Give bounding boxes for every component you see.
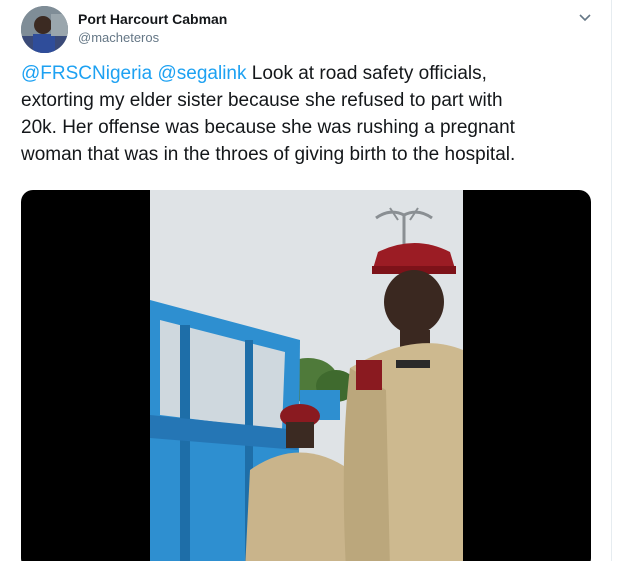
card-border (611, 0, 612, 561)
tweet-card: Port Harcourt Cabman @macheteros @FRSCNi… (0, 0, 624, 561)
display-name[interactable]: Port Harcourt Cabman (78, 11, 227, 27)
video-frame (150, 190, 463, 561)
mention-link[interactable]: @segalink (157, 63, 246, 84)
user-handle[interactable]: @macheteros (78, 30, 159, 45)
more-options-button[interactable] (574, 8, 596, 28)
tweet-text-line: woman that was in the throes of giving b… (21, 144, 516, 165)
tweet-text-line: @FRSCNigeria @segalink Look at road safe… (21, 60, 601, 87)
tweet-text-line: extorting my elder sister because she re… (21, 90, 503, 111)
avatar-image (21, 6, 68, 53)
video-player[interactable] (21, 190, 591, 561)
tweet-text-segment: Look at road safety officials, (246, 63, 487, 84)
chevron-down-icon (579, 14, 591, 22)
mention-link[interactable]: @FRSCNigeria (21, 63, 152, 84)
avatar[interactable] (21, 6, 68, 53)
tweet-text-line: 20k. Her offense was because she was rus… (21, 117, 515, 138)
tweet-text: @FRSCNigeria @segalink Look at road safe… (21, 60, 601, 168)
